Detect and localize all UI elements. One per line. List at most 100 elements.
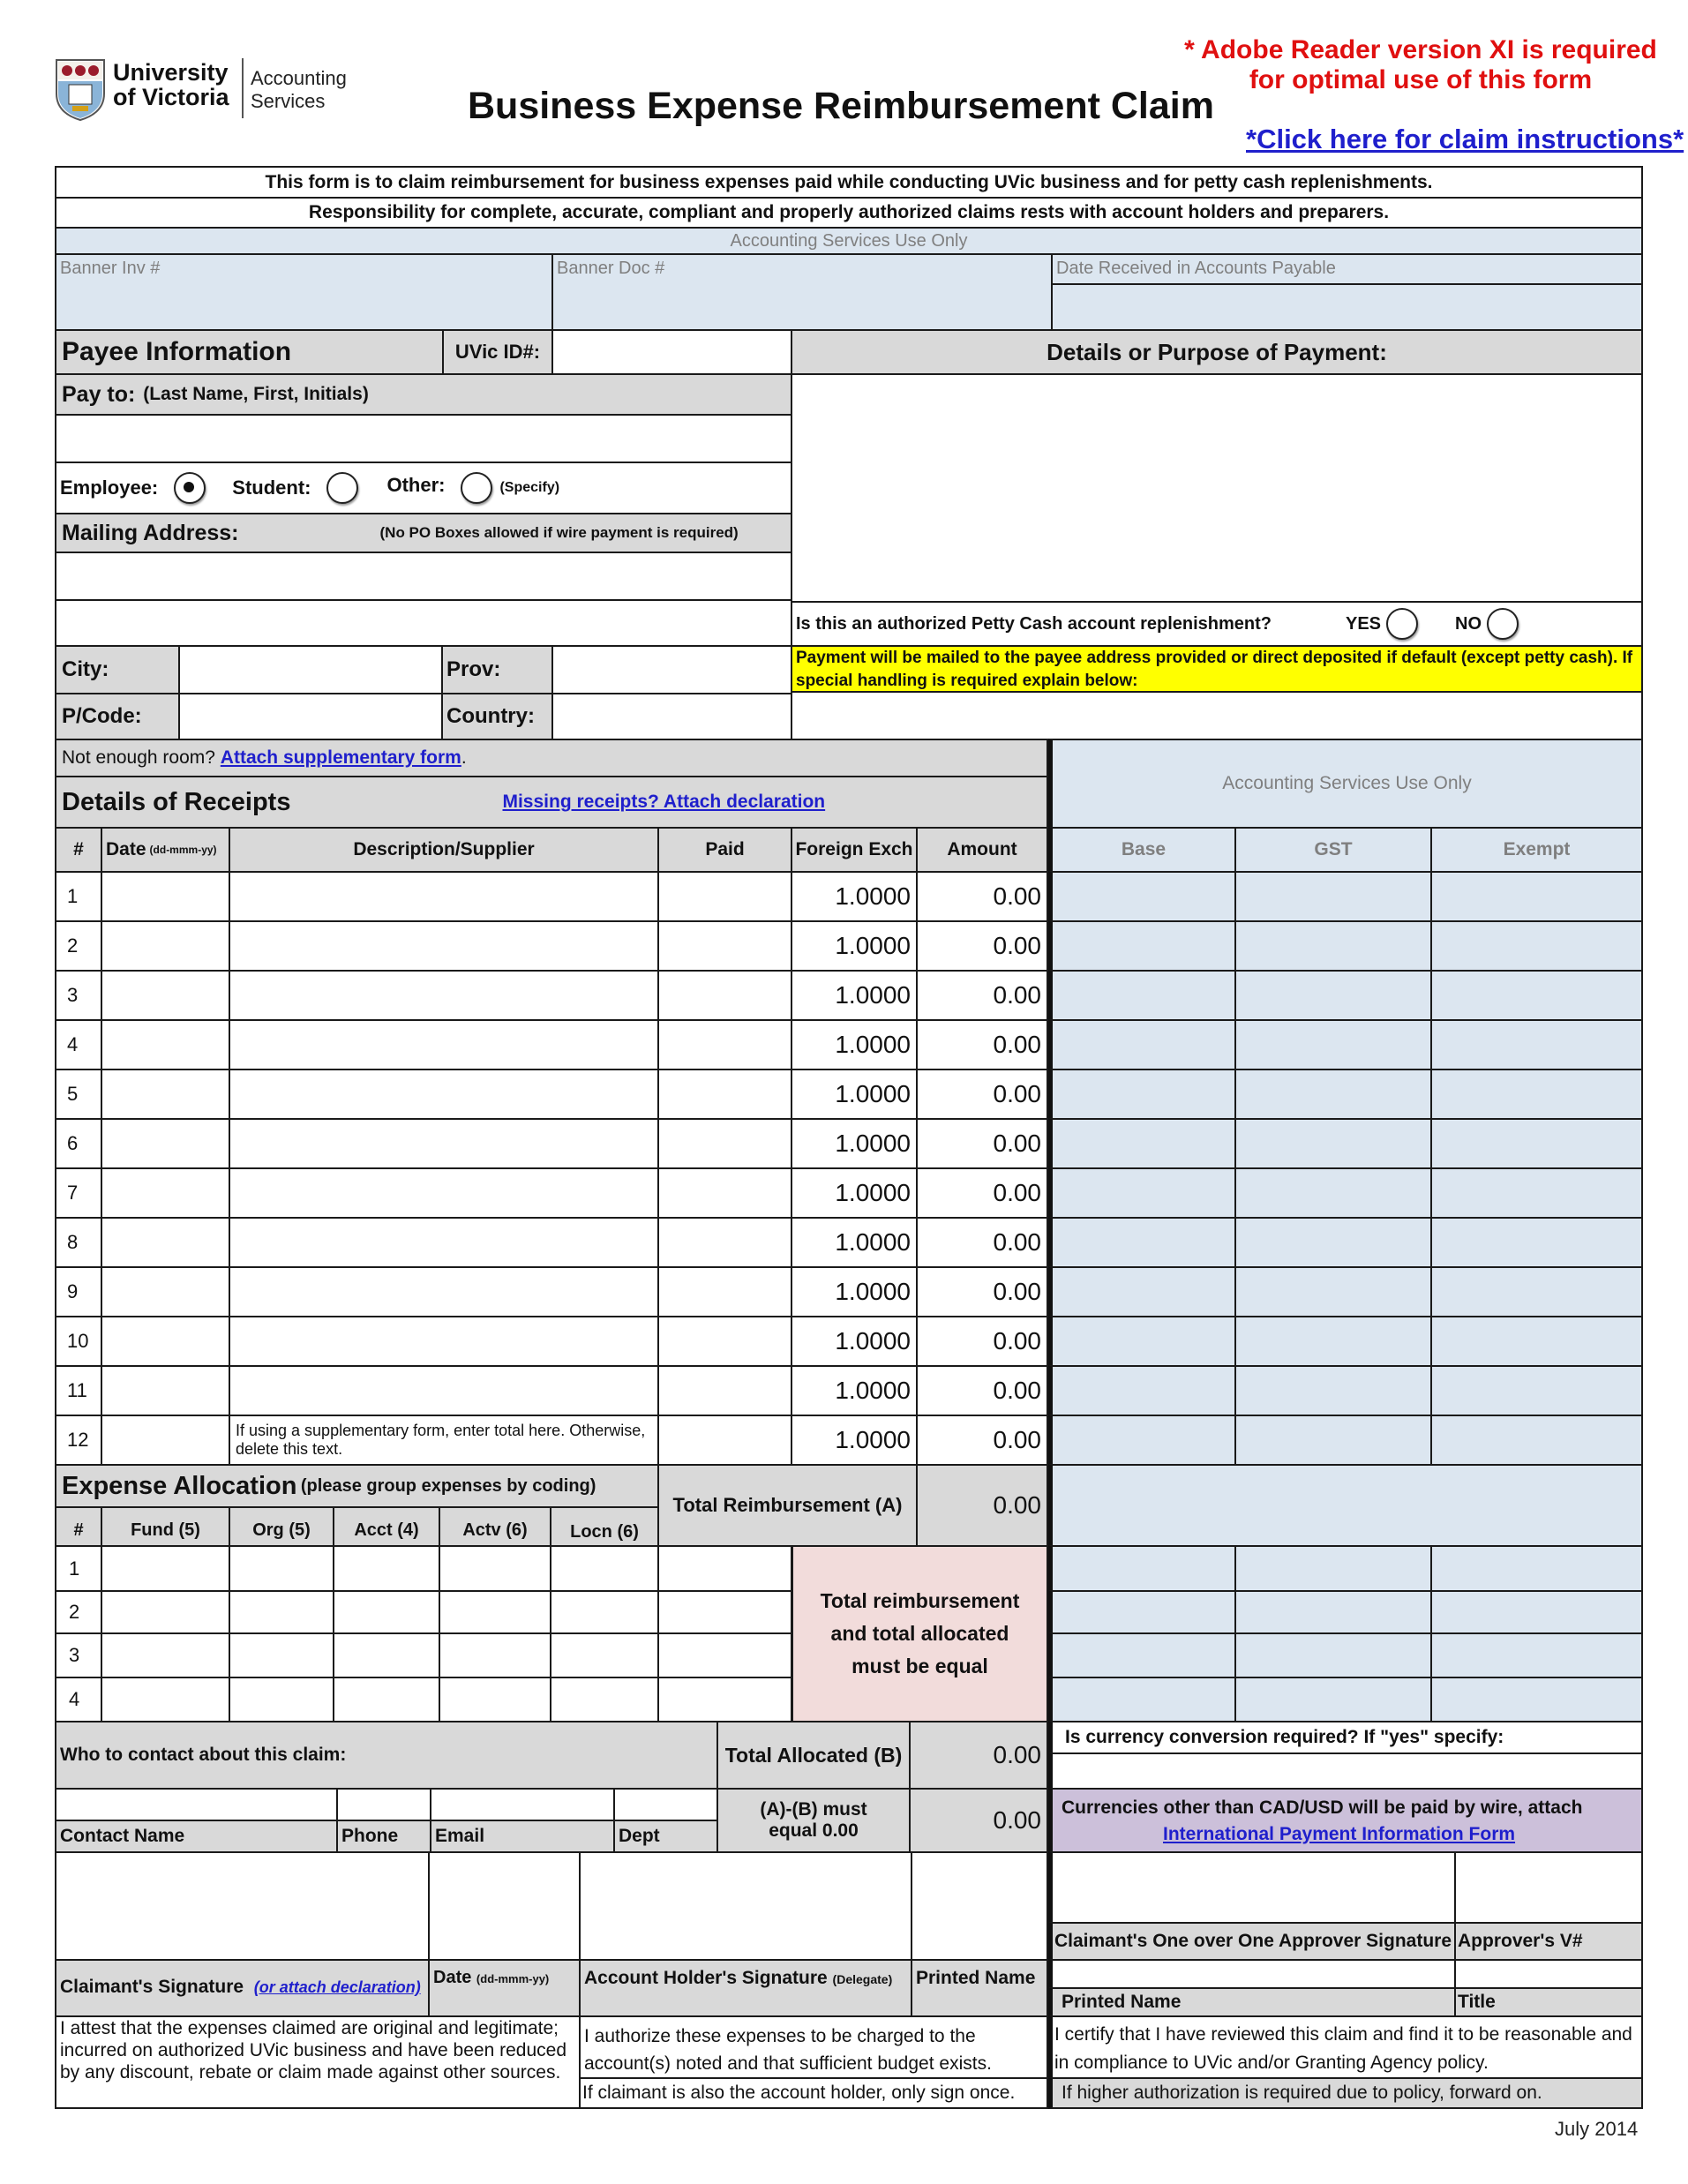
allocation-asu-cell[interactable] — [1430, 1590, 1643, 1634]
receipt-exempt-cell[interactable] — [1430, 1217, 1643, 1268]
receipt-date-cell[interactable] — [101, 920, 230, 972]
receipt-fx-cell[interactable]: 1.0000 — [791, 1069, 918, 1120]
receipt-amount-cell[interactable]: 0.00 — [916, 1167, 1048, 1219]
receipt-date-cell[interactable] — [101, 1316, 230, 1367]
receipt-base-cell[interactable] — [1048, 871, 1236, 922]
receipt-desc-cell[interactable] — [229, 1316, 659, 1367]
receipt-amount-cell[interactable]: 0.00 — [916, 1316, 1048, 1367]
receipt-gst-cell[interactable] — [1234, 1217, 1432, 1268]
receipt-amount-cell[interactable]: 0.00 — [916, 871, 1048, 922]
missing-receipts-link[interactable]: Missing receipts? Attach declaration — [502, 792, 825, 813]
allocation-cell[interactable] — [229, 1590, 334, 1634]
receipt-paid-cell[interactable] — [657, 970, 792, 1021]
receipt-paid-cell[interactable] — [657, 1118, 792, 1169]
receipt-gst-cell[interactable] — [1234, 920, 1432, 972]
receipt-fx-cell[interactable]: 1.0000 — [791, 1365, 918, 1416]
allocation-cell[interactable] — [333, 1590, 440, 1634]
mailing-address-line2[interactable] — [55, 599, 792, 647]
receipt-exempt-cell[interactable] — [1430, 970, 1643, 1021]
receipt-fx-cell[interactable]: 1.0000 — [791, 1217, 918, 1268]
receipt-desc-cell[interactable] — [229, 920, 659, 972]
pay-to-input[interactable] — [55, 414, 792, 463]
allocation-cell[interactable] — [229, 1677, 334, 1722]
receipt-paid-cell[interactable] — [657, 1415, 792, 1466]
receipt-desc-cell[interactable] — [229, 1167, 659, 1219]
receipt-paid-cell[interactable] — [657, 1365, 792, 1416]
allocation-asu-cell[interactable] — [1234, 1545, 1432, 1592]
details-input[interactable] — [791, 373, 1643, 603]
allocation-cell[interactable] — [101, 1677, 230, 1722]
allocation-asu-cell[interactable] — [1048, 1545, 1236, 1592]
receipt-date-cell[interactable] — [101, 1415, 230, 1466]
receipt-fx-cell[interactable]: 1.0000 — [791, 1019, 918, 1070]
receipt-gst-cell[interactable] — [1234, 1415, 1432, 1466]
receipt-exempt-cell[interactable] — [1430, 1167, 1643, 1219]
receipt-date-cell[interactable] — [101, 871, 230, 922]
account-holder-signature-field[interactable] — [579, 1851, 912, 1961]
receipt-amount-cell[interactable]: 0.00 — [916, 1118, 1048, 1169]
receipt-base-cell[interactable] — [1048, 1266, 1236, 1317]
receipt-gst-cell[interactable] — [1234, 1118, 1432, 1169]
receipt-paid-cell[interactable] — [657, 1167, 792, 1219]
receipt-paid-cell[interactable] — [657, 920, 792, 972]
allocation-cell[interactable] — [550, 1632, 659, 1678]
receipt-amount-cell[interactable]: 0.00 — [916, 1365, 1048, 1416]
receipt-fx-cell[interactable]: 1.0000 — [791, 970, 918, 1021]
receipt-paid-cell[interactable] — [657, 1217, 792, 1268]
city-input[interactable] — [178, 645, 443, 694]
attach-declaration-link[interactable]: (or attach declaration) — [254, 1978, 421, 1996]
allocation-cell[interactable] — [101, 1632, 230, 1678]
receipt-exempt-cell[interactable] — [1430, 871, 1643, 922]
allocation-cell[interactable] — [439, 1590, 551, 1634]
allocation-asu-cell[interactable] — [1234, 1590, 1432, 1634]
receipt-amount-cell[interactable]: 0.00 — [916, 1415, 1048, 1466]
receipt-gst-cell[interactable] — [1234, 970, 1432, 1021]
claim-date-field[interactable] — [428, 1851, 581, 1961]
uvic-id-input[interactable] — [551, 329, 792, 375]
contact-email-input[interactable] — [430, 1788, 615, 1821]
receipt-date-cell[interactable] — [101, 1069, 230, 1120]
receipt-desc-cell[interactable] — [229, 970, 659, 1021]
receipt-desc-cell[interactable] — [229, 1118, 659, 1169]
receipt-base-cell[interactable] — [1048, 1365, 1236, 1416]
allocation-asu-cell[interactable] — [1430, 1677, 1643, 1722]
receipt-gst-cell[interactable] — [1234, 1316, 1432, 1367]
receipt-base-cell[interactable] — [1048, 1316, 1236, 1367]
receipt-desc-cell[interactable] — [229, 1019, 659, 1070]
allocation-cell[interactable] — [657, 1677, 792, 1722]
supplementary-form-link[interactable]: Attach supplementary form — [221, 747, 461, 769]
approver-signature-field[interactable] — [1048, 1851, 1456, 1924]
receipt-exempt-cell[interactable] — [1430, 1415, 1643, 1466]
receipt-fx-cell[interactable]: 1.0000 — [791, 1316, 918, 1367]
allocation-cell[interactable] — [657, 1590, 792, 1634]
receipt-date-cell[interactable] — [101, 1266, 230, 1317]
receipt-paid-cell[interactable] — [657, 1019, 792, 1070]
receipt-base-cell[interactable] — [1048, 970, 1236, 1021]
receipt-amount-cell[interactable]: 0.00 — [916, 920, 1048, 972]
receipt-exempt-cell[interactable] — [1430, 1316, 1643, 1367]
receipt-base-cell[interactable] — [1048, 1415, 1236, 1466]
receipt-date-cell[interactable] — [101, 1365, 230, 1416]
allocation-cell[interactable] — [550, 1590, 659, 1634]
allocation-cell[interactable] — [439, 1632, 551, 1678]
receipt-amount-cell[interactable]: 0.00 — [916, 970, 1048, 1021]
allocation-cell[interactable] — [333, 1632, 440, 1678]
receipt-desc-cell[interactable] — [229, 1266, 659, 1317]
allocation-cell[interactable] — [229, 1632, 334, 1678]
receipt-desc-cell[interactable] — [229, 871, 659, 922]
allocation-cell[interactable] — [333, 1677, 440, 1722]
receipt-paid-cell[interactable] — [657, 1069, 792, 1120]
receipt-base-cell[interactable] — [1048, 1167, 1236, 1219]
receipt-exempt-cell[interactable] — [1430, 1365, 1643, 1416]
allocation-cell[interactable] — [101, 1545, 230, 1592]
receipt-amount-cell[interactable]: 0.00 — [916, 1019, 1048, 1070]
receipt-exempt-cell[interactable] — [1430, 1069, 1643, 1120]
receipt-paid-cell[interactable] — [657, 1266, 792, 1317]
contact-name-input[interactable] — [55, 1788, 338, 1821]
banner-doc-field[interactable]: Banner Doc # — [551, 253, 1053, 331]
receipt-gst-cell[interactable] — [1234, 871, 1432, 922]
allocation-cell[interactable] — [657, 1632, 792, 1678]
receipt-gst-cell[interactable] — [1234, 1167, 1432, 1219]
receipt-paid-cell[interactable] — [657, 1316, 792, 1367]
approver-title-field[interactable] — [1454, 1959, 1643, 1989]
